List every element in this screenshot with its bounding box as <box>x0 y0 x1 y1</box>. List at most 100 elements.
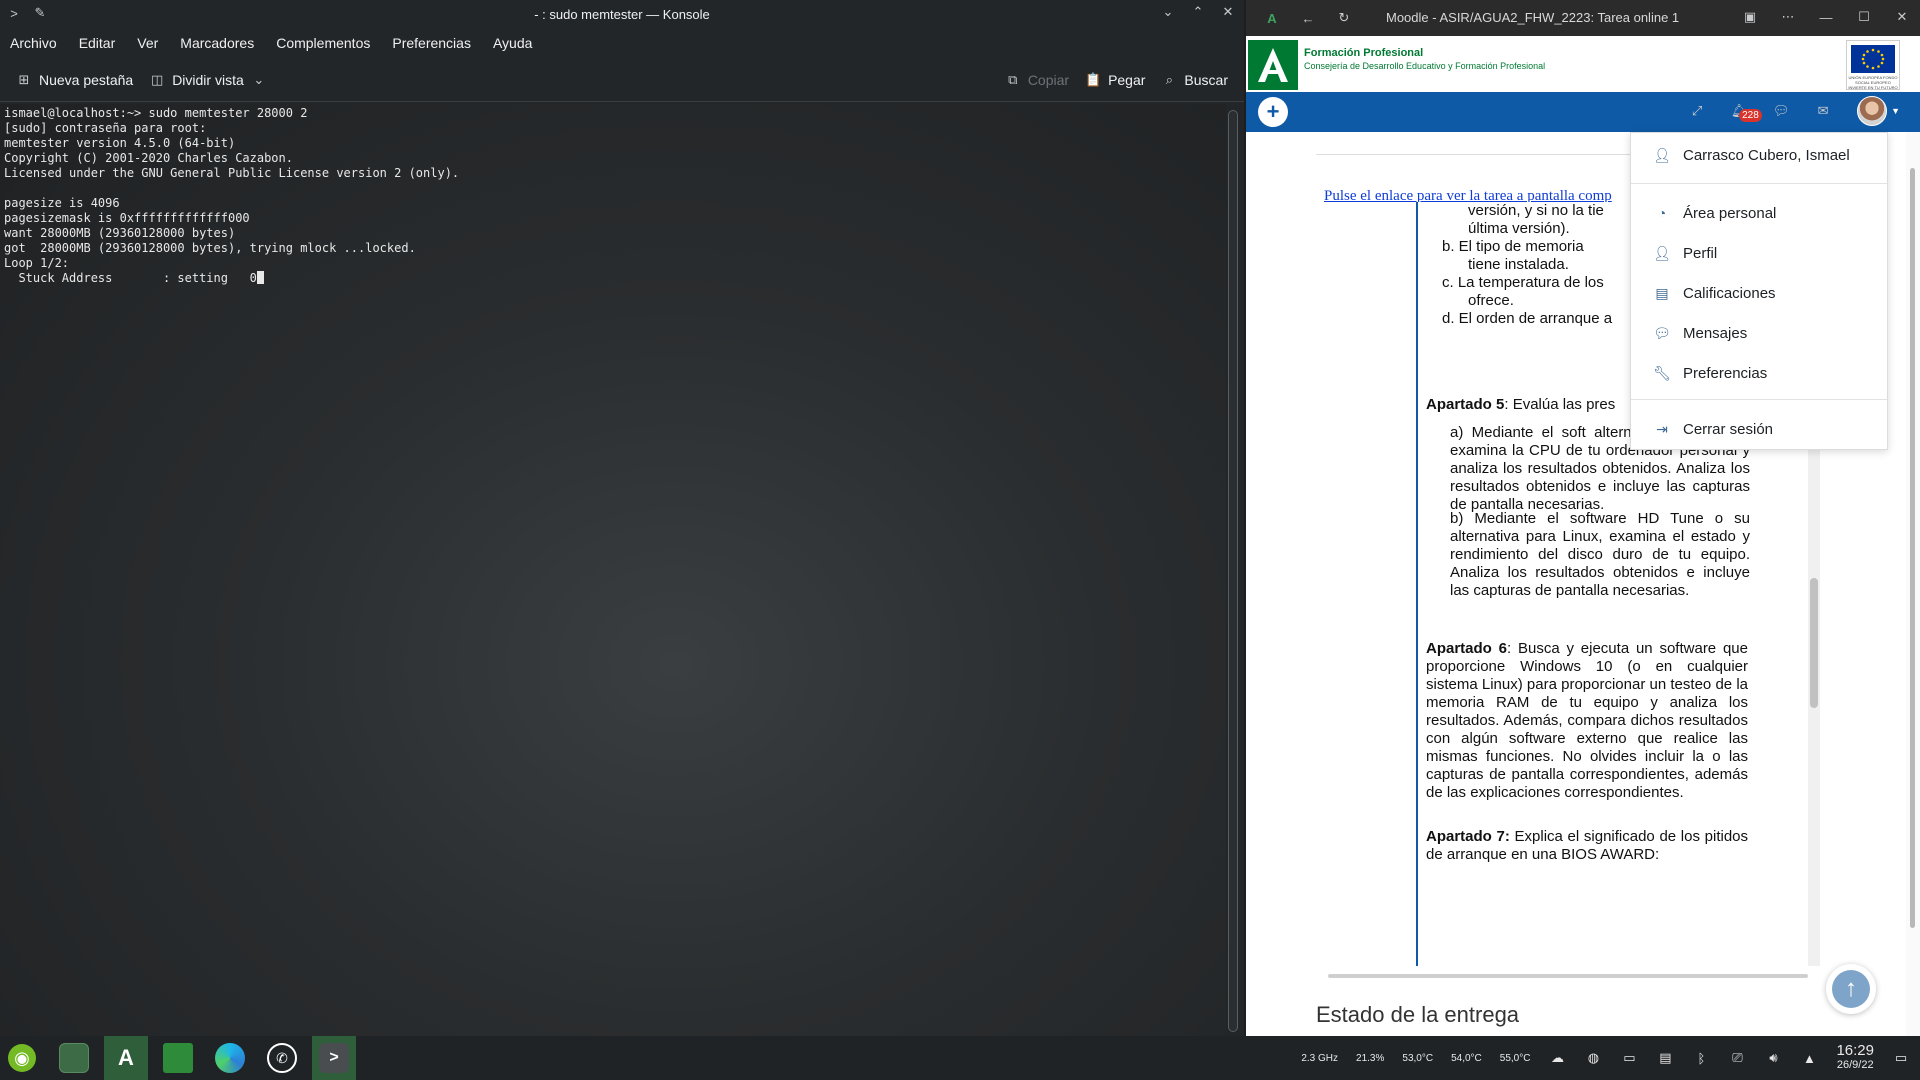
dropdown-item-calificaciones[interactable]: ▤ Calificaciones <box>1631 273 1887 313</box>
chevron-up-icon[interactable]: ⌃ <box>1190 4 1206 20</box>
brand-line2: Consejería de Desarrollo Educativo y For… <box>1304 61 1546 71</box>
edge-window: A ← ↻ Moodle - ASIR/AGUA2_FHW_2223: Tare… <box>1246 0 1920 1036</box>
refresh-icon[interactable]: ↻ <box>1336 10 1352 26</box>
terminal-line: pagesize is 4096 <box>4 196 120 210</box>
bluetooth-icon[interactable]: ᛒ <box>1692 1049 1710 1067</box>
notification-badge: 228 <box>1739 109 1762 122</box>
back-to-top-button[interactable]: ↑ <box>1826 964 1876 1014</box>
taskbar-whatsapp[interactable]: ✆ <box>260 1036 304 1080</box>
eu-text: UNIÓN EUROPEA FONDO SOCIAL EUROPEO INVIE… <box>1848 75 1898 90</box>
cloud-icon[interactable]: ☁ <box>1548 1049 1566 1067</box>
terminal-scrollbar[interactable] <box>1228 110 1238 1032</box>
new-tab-button[interactable]: ⊞ Nueva pestaña <box>8 66 141 94</box>
scrollbar-thumb[interactable] <box>1810 578 1818 708</box>
desktop-pager[interactable] <box>52 1036 96 1080</box>
page-scrollbar[interactable] <box>1906 132 1920 1036</box>
chat-icon[interactable]: 💬︎ <box>1773 103 1790 119</box>
notification-bell-icon[interactable]: 🔔︎ 228 <box>1731 103 1762 122</box>
network-icon[interactable]: ⎚ <box>1728 1049 1746 1067</box>
apartado-7-label: Apartado 7: <box>1426 828 1510 845</box>
cpu-frequency[interactable]: 2.3 GHz <box>1301 1053 1338 1064</box>
temperature-2[interactable]: 54,0°C <box>1451 1053 1482 1064</box>
document-hscrollbar[interactable] <box>1328 974 1808 978</box>
menu-preferencias[interactable]: Preferencias <box>392 35 471 51</box>
table-icon: ▤ <box>1655 284 1669 301</box>
temperature-1[interactable]: 53,0°C <box>1402 1053 1433 1064</box>
terminal-icon[interactable]: ▭ <box>1620 1049 1638 1067</box>
search-icon: ⌕ <box>1165 71 1174 87</box>
user-menu-toggle[interactable]: ▼ <box>1857 96 1900 126</box>
split-view-label: Dividir vista <box>172 71 244 88</box>
user-dropdown-menu: 👤︎ Carrasco Cubero, Ismael ◔ Área person… <box>1630 132 1888 450</box>
user-icon: 👤︎ <box>1653 244 1671 261</box>
expand-tray-icon[interactable]: ▲ <box>1800 1049 1818 1067</box>
app-launcher-button[interactable]: ◉ <box>0 1036 44 1080</box>
whatsapp-icon: ✆ <box>267 1043 297 1073</box>
taskbar-file-manager[interactable] <box>156 1036 200 1080</box>
copy-button[interactable]: ⧉ Copiar <box>997 66 1077 94</box>
terminal-output[interactable]: ismael@localhost:~> sudo memtester 28000… <box>0 104 1226 1036</box>
menu-complementos[interactable]: Complementos <box>276 35 370 51</box>
clock-date: 26/9/22 <box>1836 1059 1874 1071</box>
clipboard-icon[interactable]: ▤ <box>1656 1049 1674 1067</box>
close-icon[interactable]: ✕ <box>1894 9 1910 25</box>
split-view-icon: ◫ <box>151 71 164 87</box>
chevron-down-icon[interactable]: ⌄ <box>1160 4 1176 20</box>
taskbar-konsole[interactable]: > <box>312 1036 356 1080</box>
dropdown-item-label: Perfil <box>1683 244 1718 262</box>
taskbar-junta-app[interactable]: A <box>104 1036 148 1080</box>
volume-icon[interactable]: 🔊︎ <box>1764 1049 1782 1067</box>
find-button[interactable]: ⌕ Buscar <box>1153 66 1236 94</box>
split-view-button[interactable]: ◫ Dividir vista ⌄ <box>141 66 275 94</box>
dropdown-item-perfil[interactable]: 👤︎ Perfil <box>1631 233 1887 273</box>
taskbar: ◉ A ✆ > 2.3 GHz 21.3% 53,0°C 54,0°C 55,0… <box>0 1036 1920 1080</box>
divider <box>1316 154 1666 155</box>
paste-label: Pegar <box>1108 71 1146 88</box>
add-block-button[interactable]: + <box>1258 97 1288 127</box>
temperature-3[interactable]: 55,0°C <box>1500 1053 1531 1064</box>
edge-titlebar: A ← ↻ Moodle - ASIR/AGUA2_FHW_2223: Tare… <box>1246 0 1920 36</box>
dropdown-item-logout[interactable]: ⇥ Cerrar sesión <box>1631 409 1887 449</box>
close-icon[interactable]: ✕ <box>1220 4 1236 20</box>
show-desktop-icon[interactable]: ▭ <box>1892 1049 1910 1067</box>
minimize-icon[interactable]: — <box>1818 9 1834 25</box>
terminal-line: ismael@localhost:~> sudo memtester 28000… <box>4 106 308 120</box>
page-scrollbar-thumb[interactable] <box>1910 168 1915 928</box>
arrow-up-icon: ↑ <box>1832 970 1870 1008</box>
color-picker-icon[interactable]: ◍ <box>1584 1049 1602 1067</box>
pin-icon[interactable]: ✎ <box>32 5 48 21</box>
junta-app-icon: A <box>1267 10 1277 26</box>
caret-down-icon: ▼ <box>1891 106 1900 116</box>
chevron-down-icon: ⌄ <box>253 71 265 87</box>
app-available-icon[interactable]: ▣ <box>1742 9 1758 25</box>
clock[interactable]: 16:29 26/9/22 <box>1836 1043 1874 1072</box>
mail-icon[interactable]: ✉ <box>1815 103 1831 119</box>
menu-archivo[interactable]: Archivo <box>10 35 57 51</box>
maximize-icon[interactable]: ☐ <box>1856 9 1872 25</box>
dropdown-item-preferencias[interactable]: 🔧︎ Preferencias <box>1631 353 1887 393</box>
system-tray: 2.3 GHz 21.3% 53,0°C 54,0°C 55,0°C ☁ ◍ ▭… <box>1301 1036 1920 1080</box>
menu-editar[interactable]: Editar <box>79 35 116 51</box>
more-icon[interactable]: ⋯ <box>1780 9 1796 25</box>
junta-logo[interactable] <box>1248 40 1298 90</box>
cpu-load[interactable]: 21.3% <box>1356 1053 1384 1064</box>
user-name: Carrasco Cubero, Ismael <box>1683 146 1850 164</box>
back-icon[interactable]: ← <box>1300 10 1316 26</box>
menu-ayuda[interactable]: Ayuda <box>493 35 532 51</box>
copy-label: Copiar <box>1027 71 1070 88</box>
paste-button[interactable]: 📋 Pegar <box>1077 66 1153 94</box>
terminal-cursor <box>256 271 264 284</box>
taskbar-edge[interactable] <box>208 1036 252 1080</box>
copy-icon: ⧉ <box>1008 71 1018 87</box>
pager-icon <box>59 1043 89 1073</box>
user-icon: 👤︎ <box>1653 146 1671 163</box>
dropdown-item-mensajes[interactable]: 💬︎ Mensajes <box>1631 313 1887 353</box>
fullscreen-icon[interactable]: ⤢ <box>1689 103 1705 119</box>
konsole-menubar: Archivo Editar Ver Marcadores Complement… <box>0 28 1244 58</box>
terminal-line: Copyright (C) 2001-2020 Charles Cazabon. <box>4 151 293 165</box>
menu-marcadores[interactable]: Marcadores <box>180 35 254 51</box>
dropdown-user-name[interactable]: 👤︎ Carrasco Cubero, Ismael <box>1631 135 1887 175</box>
apartado-6-label: Apartado 6 <box>1426 640 1507 657</box>
menu-ver[interactable]: Ver <box>137 35 158 51</box>
dropdown-item-area-personal[interactable]: ◔ Área personal <box>1631 193 1887 233</box>
